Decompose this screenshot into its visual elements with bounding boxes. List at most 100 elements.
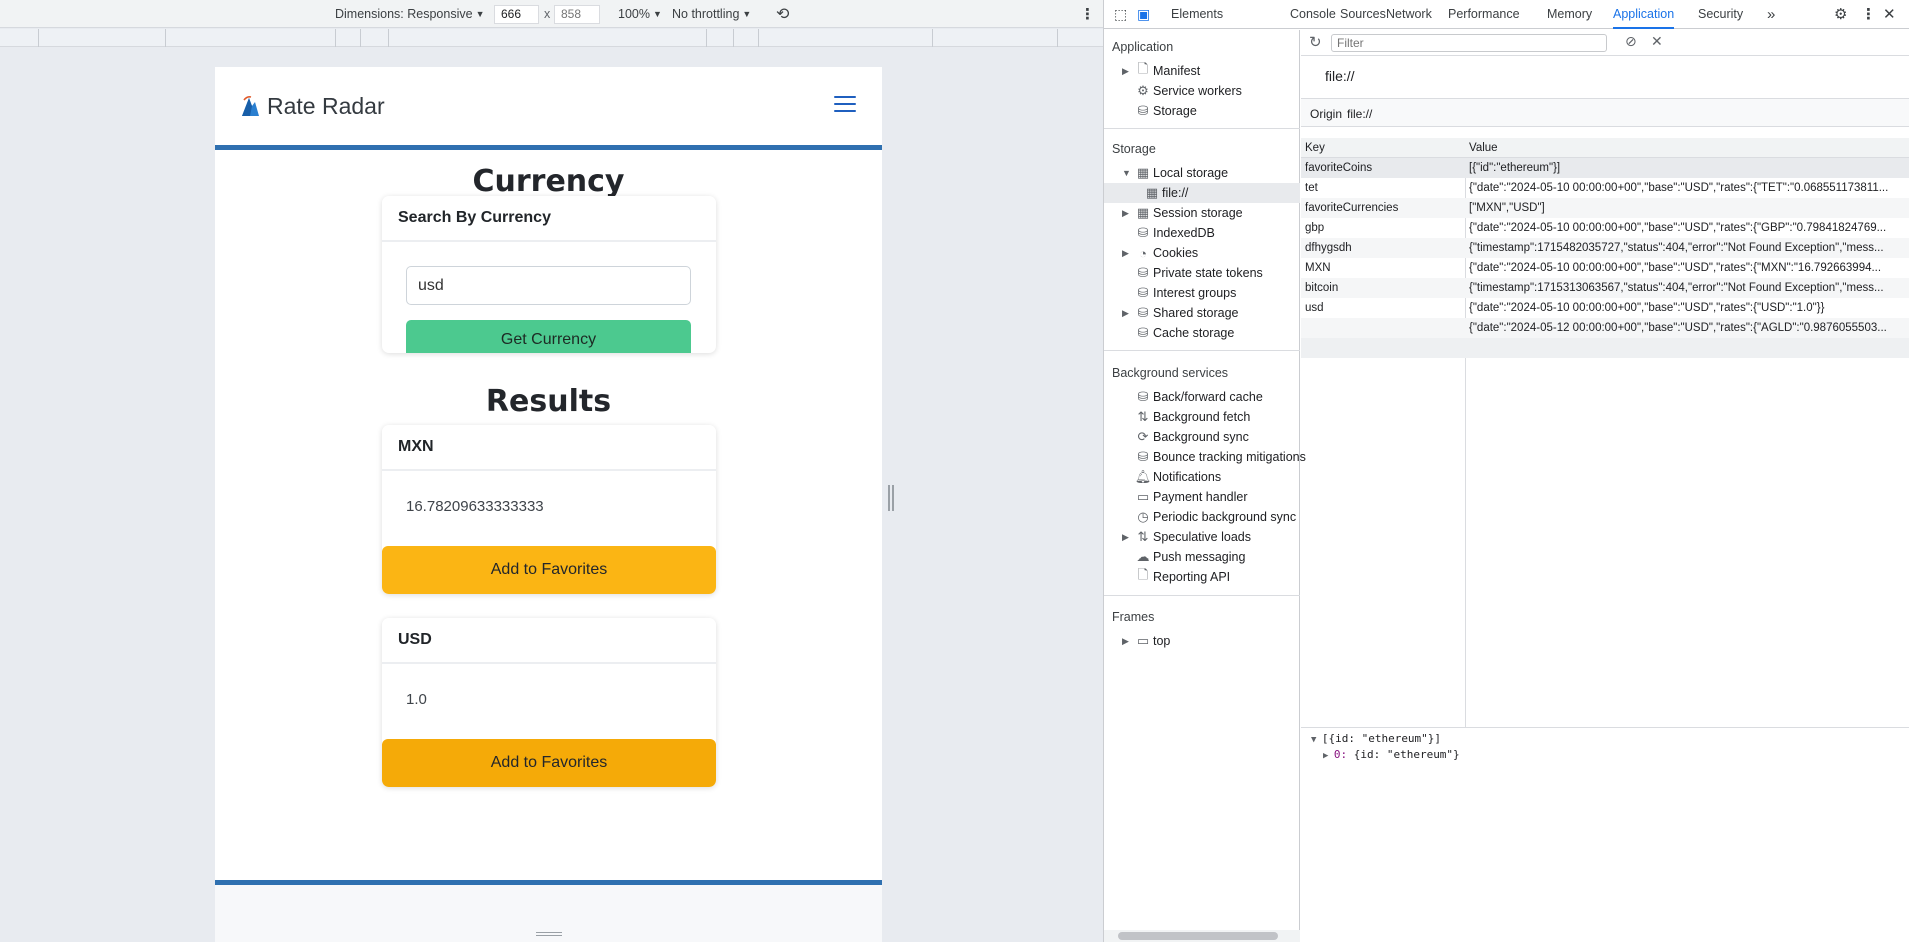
device-emulation-pane: Dimensions: Responsive ▼ x 100% ▼ No thr… bbox=[0, 0, 1103, 942]
bell-icon: 🔔︎ bbox=[1134, 469, 1152, 484]
table-icon: ▦ bbox=[1136, 205, 1150, 220]
sidebar-item-cookies[interactable]: ▶ ◔ Cookies bbox=[1122, 243, 1198, 263]
tab-memory[interactable]: Memory bbox=[1547, 0, 1592, 29]
sidebar-item-shared-storage[interactable]: ▶ ⛁ Shared storage bbox=[1122, 303, 1238, 323]
width-input[interactable] bbox=[494, 4, 539, 24]
clear-all-icon[interactable]: ⊘ bbox=[1625, 33, 1637, 50]
tab-application[interactable]: Application bbox=[1613, 0, 1675, 29]
gear-icon[interactable]: ⚙ bbox=[1834, 0, 1847, 29]
table-row[interactable]: dfhygsdh {"timestamp":1715482035727,"stat… bbox=[1301, 238, 1909, 258]
gear-icon: ⚙ bbox=[1137, 83, 1149, 98]
table-row[interactable]: favoriteCoins [{"id":"ethereum"}] bbox=[1301, 158, 1909, 178]
add-to-favorites-button[interactable]: Add to Favorites bbox=[382, 739, 716, 787]
sidebar-header-application: Application bbox=[1112, 40, 1174, 54]
more-options-icon[interactable]: ⋮ bbox=[1080, 0, 1095, 28]
sidebar-item-service-workers[interactable]: ⚙ Service workers bbox=[1122, 81, 1242, 101]
table-row[interactable]: MXN {"date":"2024-05-10 00:00:00+00","bas… bbox=[1301, 258, 1909, 278]
sidebar-item-private-state-tokens[interactable]: ⛁ Private state tokens bbox=[1122, 263, 1263, 283]
refresh-icon[interactable]: ↻ bbox=[1309, 33, 1322, 51]
sidebar-item-background-sync[interactable]: ⟳ Background sync bbox=[1122, 427, 1249, 447]
hamburger-menu-icon[interactable] bbox=[834, 96, 856, 114]
table-row-empty[interactable] bbox=[1301, 338, 1909, 358]
expand-icon: ▶ bbox=[1122, 635, 1129, 646]
column-header-value[interactable]: Value bbox=[1465, 142, 1909, 154]
sidebar-item-storage[interactable]: ⛁ Storage bbox=[1122, 101, 1197, 121]
cookie-icon: ◔ bbox=[1139, 245, 1147, 261]
expand-icon: ▶ bbox=[1122, 531, 1129, 542]
sidebar-item-push-messaging[interactable]: ☁ Push messaging bbox=[1122, 547, 1246, 567]
tab-performance[interactable]: Performance bbox=[1448, 0, 1520, 29]
document-icon: 🗋 bbox=[1137, 61, 1149, 76]
filter-input[interactable] bbox=[1331, 34, 1607, 52]
fetch-arrows-icon: ⇅ bbox=[1137, 529, 1149, 544]
device-toolbar-icon[interactable]: ▣ bbox=[1137, 0, 1150, 29]
sidebar-item-periodic-sync[interactable]: ◷ Periodic background sync bbox=[1122, 507, 1296, 527]
sidebar-item-bfcache[interactable]: ⛁ Back/forward cache bbox=[1122, 387, 1263, 407]
preview-item[interactable]: ▶ 0: {id: "ethereum"} bbox=[1311, 748, 1460, 764]
devtools-tab-bar: ⬚ ▣ Elements Console Sources Network Per… bbox=[1104, 0, 1909, 29]
brand-name[interactable]: Rate Radar bbox=[267, 93, 385, 120]
throttling-dropdown[interactable]: No throttling ▼ bbox=[672, 0, 751, 28]
sidebar-item-frame-top[interactable]: ▶ ▭ top bbox=[1122, 631, 1170, 651]
more-tabs-icon[interactable]: » bbox=[1767, 0, 1775, 29]
dimensions-dropdown[interactable]: Dimensions: Responsive ▼ bbox=[335, 0, 484, 28]
zoom-label: 100% bbox=[618, 7, 650, 21]
dimension-separator: x bbox=[544, 7, 551, 21]
preview-root[interactable]: ▼ [{id: "ethereum"}] bbox=[1311, 732, 1460, 748]
database-icon: ⛁ bbox=[1137, 449, 1149, 464]
inspect-element-icon[interactable]: ⬚ bbox=[1114, 0, 1127, 29]
dimensions-label: Dimensions: Responsive bbox=[335, 7, 473, 21]
get-currency-button[interactable]: Get Currency bbox=[406, 320, 691, 353]
tab-security[interactable]: Security bbox=[1698, 0, 1743, 29]
database-icon: ⛁ bbox=[1137, 225, 1149, 240]
tab-elements[interactable]: Elements bbox=[1171, 0, 1223, 29]
cloud-icon: ☁ bbox=[1136, 549, 1150, 564]
sidebar-item-session-storage[interactable]: ▶ ▦ Session storage bbox=[1122, 203, 1243, 223]
table-row[interactable]: gbp {"date":"2024-05-10 00:00:00+00","bas… bbox=[1301, 218, 1909, 238]
column-header-key[interactable]: Key bbox=[1301, 142, 1465, 154]
sidebar-header-storage: Storage bbox=[1112, 142, 1156, 156]
database-icon: ⛁ bbox=[1137, 389, 1149, 404]
sidebar-item-reporting-api[interactable]: 🗋 Reporting API bbox=[1122, 567, 1230, 587]
sidebar-item-manifest[interactable]: ▶ 🗋 Manifest bbox=[1122, 61, 1200, 81]
sidebar-item-notifications[interactable]: 🔔︎ Notifications bbox=[1122, 467, 1221, 487]
sidebar-item-local-storage[interactable]: ▼ ▦ Local storage bbox=[1122, 163, 1228, 183]
sidebar-item-local-storage-file[interactable]: ▦ file:// bbox=[1104, 183, 1300, 203]
height-input[interactable] bbox=[554, 4, 600, 24]
table-row[interactable]: {"date":"2024-05-12 00:00:00+00","base":… bbox=[1301, 318, 1909, 338]
frame-icon: ▭ bbox=[1136, 633, 1150, 648]
collapse-icon: ▼ bbox=[1122, 168, 1131, 178]
currency-search-input[interactable] bbox=[406, 266, 691, 305]
table-row[interactable]: bitcoin {"timestamp":1715313063567,"statu… bbox=[1301, 278, 1909, 298]
viewport-resize-handle[interactable] bbox=[888, 485, 894, 511]
sidebar-item-indexeddb[interactable]: ⛁ IndexedDB bbox=[1122, 223, 1215, 243]
rotate-icon[interactable]: ⟲ bbox=[776, 0, 789, 28]
sidebar-item-background-fetch[interactable]: ⇅ Background fetch bbox=[1122, 407, 1251, 427]
expand-icon: ▶ bbox=[1122, 247, 1129, 258]
sidebar-item-cache-storage[interactable]: ⛁ Cache storage bbox=[1122, 323, 1235, 343]
media-query-ruler bbox=[0, 29, 1103, 47]
zoom-dropdown[interactable]: 100% ▼ bbox=[618, 0, 662, 28]
delete-selected-icon[interactable]: ✕ bbox=[1651, 33, 1663, 50]
table-row[interactable]: usd {"date":"2024-05-10 00:00:00+00","bas… bbox=[1301, 298, 1909, 318]
database-icon: ⛁ bbox=[1137, 103, 1149, 118]
tab-sources[interactable]: Sources bbox=[1340, 0, 1386, 29]
more-options-icon[interactable]: ⋮ bbox=[1861, 0, 1876, 29]
close-icon[interactable]: ✕ bbox=[1883, 0, 1896, 29]
search-card: Search By Currency Get Currency bbox=[382, 196, 716, 353]
tab-network[interactable]: Network bbox=[1386, 0, 1432, 29]
table-row[interactable]: favoriteCurrencies ["MXN","USD"] bbox=[1301, 198, 1909, 218]
sidebar-item-interest-groups[interactable]: ⛁ Interest groups bbox=[1122, 283, 1237, 303]
expand-icon: ▶ bbox=[1122, 65, 1129, 76]
add-to-favorites-button[interactable]: Add to Favorites bbox=[382, 546, 716, 594]
sidebar-item-payment-handler[interactable]: ▭ Payment handler bbox=[1122, 487, 1248, 507]
viewport-bottom-resize-handle[interactable] bbox=[536, 932, 562, 936]
table-row[interactable]: tet {"date":"2024-05-10 00:00:00+00","bas… bbox=[1301, 178, 1909, 198]
page-title: Currency bbox=[472, 164, 625, 199]
scrollbar-thumb[interactable] bbox=[1118, 932, 1278, 940]
sidebar-item-bounce-tracking[interactable]: ⛁ Bounce tracking mitigations bbox=[1122, 447, 1306, 467]
expand-icon: ▶ bbox=[1323, 751, 1334, 761]
tab-console[interactable]: Console bbox=[1290, 0, 1336, 29]
sidebar-item-speculative-loads[interactable]: ▶ ⇅ Speculative loads bbox=[1122, 527, 1251, 547]
sidebar-horizontal-scrollbar[interactable] bbox=[1104, 930, 1300, 942]
